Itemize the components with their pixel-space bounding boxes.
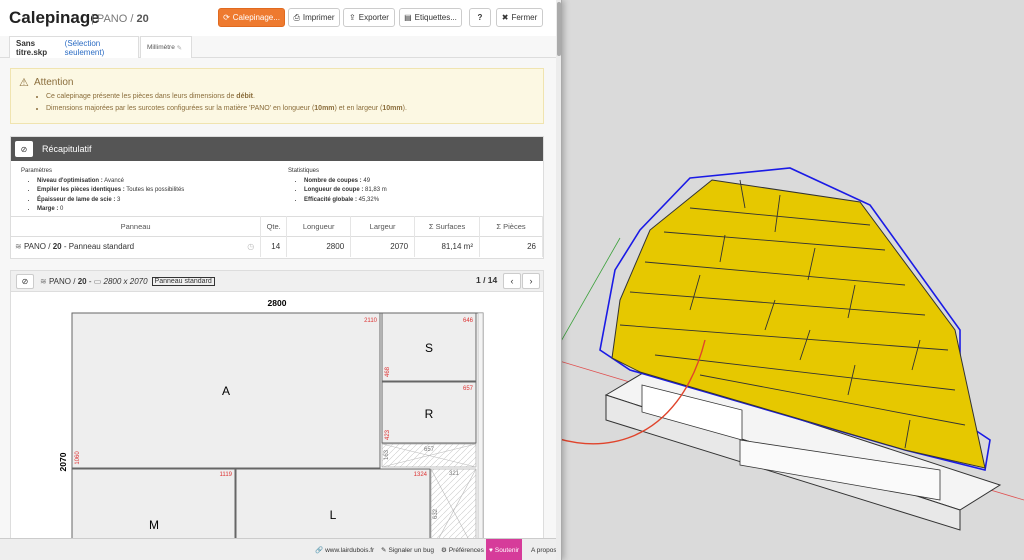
piece-s-length: 646: [463, 318, 474, 324]
page-title: Calepinage: [9, 8, 100, 27]
params-block: Paramètres Niveau d'optimisation : Avanc…: [21, 167, 184, 215]
preferences-link[interactable]: ⚙ Préférences: [438, 539, 487, 560]
piece-s-label: S: [425, 341, 433, 355]
piece-a-label: A: [222, 384, 230, 398]
offcut-strip: [477, 312, 484, 554]
3d-model-view: [556, 167, 1024, 531]
sheet-header: ⊘ ≋ PANO / 20 - ▭ 2800 x 2070 Panneau st…: [10, 270, 544, 292]
site-link[interactable]: 🔗 www.lairdubois.fr: [312, 539, 377, 560]
offcut-1-length: 657: [424, 447, 435, 453]
scrollbar-thumb[interactable]: [557, 2, 561, 56]
scrollbar[interactable]: [556, 0, 561, 560]
tab-file[interactable]: Sans titre.skp (Sélection seulement): [9, 36, 139, 58]
alert-title: Attention: [34, 77, 74, 88]
offcut-2: [430, 468, 477, 554]
tab-unit[interactable]: Millimètre ✎: [140, 36, 192, 58]
piece-r-length: 657: [463, 386, 474, 392]
summary-title: Récapitulatif: [42, 144, 92, 154]
3d-viewport[interactable]: [556, 0, 1024, 560]
piece-m: [71, 468, 236, 554]
top-bar: Calepinage | PANO / 20 ⟳ Calepinage... ⎙ I…: [0, 0, 561, 36]
heart-icon: ♥: [489, 546, 493, 554]
piece-l-length: 1324: [414, 472, 428, 478]
gear-icon: ⚙: [441, 547, 447, 554]
piece-m-length: 1119: [220, 472, 233, 478]
next-page-button[interactable]: ›: [522, 273, 540, 289]
sheet-tag: Panneau standard: [151, 276, 215, 286]
offcut-2-length: 321: [449, 471, 460, 477]
piece-r-label: R: [425, 407, 434, 421]
print-icon: ⎙: [293, 12, 300, 22]
summary-panel: ⊘ Récapitulatif Paramètres Niveau d'opti…: [10, 136, 544, 259]
offcut-1-width: 163: [384, 449, 390, 460]
bug-icon: ✎: [381, 547, 387, 554]
eye-slash-icon: ⊘: [21, 276, 29, 286]
tab-bar: Sans titre.skp (Sélection seulement) Mill…: [0, 36, 556, 58]
footer: 🔗 www.lairdubois.fr ✎ Signaler un bug ⚙ Pré…: [0, 538, 561, 560]
refresh-icon: ⟳: [223, 12, 230, 22]
cutting-diagram-svg: 2800 2070 A 2110 1060 S 646 468 R 657 42…: [58, 298, 484, 554]
help-button[interactable]: ?: [469, 8, 491, 27]
labels-button[interactable]: ▤ Etiquettes...: [399, 8, 462, 27]
sheet-icon: ▭: [93, 276, 102, 286]
piece-a-length: 2110: [364, 318, 378, 324]
page-indicator: 1 / 14: [476, 275, 498, 285]
page-subtitle: | PANO / 20: [91, 13, 149, 25]
alert-line-2: Dimensions majorées par les surcotes con…: [46, 103, 407, 115]
clock-icon: ◷: [247, 242, 255, 252]
offcut-2-width: 632: [433, 508, 439, 519]
support-link[interactable]: ♥ Soutenir: [486, 539, 523, 560]
sheet-size: 2800 x 2070: [103, 276, 148, 286]
alert-list: Ce calepinage présente les pièces dans l…: [46, 91, 407, 115]
calepinage-window: Calepinage | PANO / 20 ⟳ Calepinage... ⎙ I…: [0, 0, 562, 560]
piece-r-width: 423: [385, 429, 391, 440]
export-icon: ⇪: [349, 12, 356, 22]
eye-slash-icon: ⊘: [20, 144, 28, 154]
warning-icon: ⚠: [19, 77, 29, 89]
sheet-width-label: 2800: [268, 298, 287, 308]
about-link[interactable]: A propos: [528, 539, 560, 560]
piece-s-width: 468: [385, 366, 391, 377]
calepinage-button[interactable]: ⟳ Calepinage...: [218, 8, 285, 27]
table-row[interactable]: ≋ PANO / 20 - Panneau standard ◷ 14 2800…: [11, 236, 543, 257]
alert-line-1: Ce calepinage présente les pièces dans l…: [46, 91, 407, 103]
piece-a-width: 1060: [75, 451, 81, 465]
summary-table: Panneau Qte. Longueur Largeur Σ Surfaces Σ P…: [11, 216, 543, 257]
print-button[interactable]: ⎙ Imprimer: [288, 8, 340, 27]
pencil-icon: ✎: [176, 44, 183, 52]
labels-icon: ▤: [404, 12, 412, 22]
layers-icon: ≋: [40, 276, 47, 286]
piece-l-label: L: [330, 508, 337, 522]
close-button[interactable]: ✖ Fermer: [496, 8, 543, 27]
cutting-diagram: 2800 2070 A 2110 1060 S 646 468 R 657 42…: [10, 292, 544, 554]
close-icon: ✖: [501, 12, 509, 22]
export-button[interactable]: ⇪ Exporter: [343, 8, 395, 27]
warning-alert: ⚠ Attention Ce calepinage présente les p…: [10, 68, 544, 124]
link-icon: 🔗: [315, 547, 324, 554]
stats-block: Statistiques Nombre de coupes : 49 Longu…: [288, 167, 387, 205]
hide-sheet-button[interactable]: ⊘: [16, 273, 34, 289]
layers-icon: ≋: [15, 242, 22, 252]
summary-header: ⊘ Récapitulatif: [11, 137, 543, 161]
piece-m-label: M: [149, 518, 159, 532]
prev-page-button[interactable]: ‹: [503, 273, 521, 289]
table-header: Panneau Qte. Longueur Largeur Σ Surfaces Σ P…: [11, 216, 543, 237]
report-bug-link[interactable]: ✎ Signaler un bug: [378, 539, 437, 560]
hide-toggle-button[interactable]: ⊘: [15, 141, 33, 157]
sheet-height-label: 2070: [58, 452, 68, 471]
